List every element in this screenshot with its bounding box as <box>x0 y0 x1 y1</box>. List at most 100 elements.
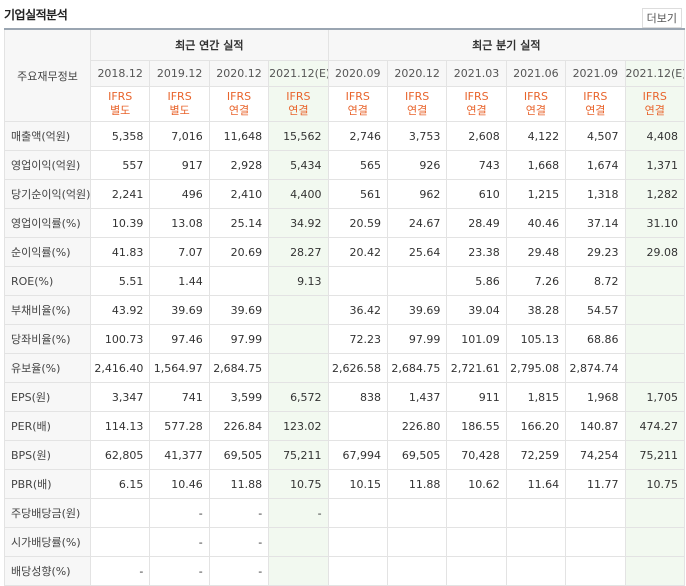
table-cell: 2,928 <box>208 150 270 180</box>
table-cell: 23.38 <box>446 237 507 267</box>
table-row: PBR(배) 6.15 10.46 11.88 10.75 10.15 11.88 10.62… <box>4 469 686 499</box>
table-cell <box>268 556 329 586</box>
table-cell: 41.83 <box>89 237 151 267</box>
table-cell <box>327 527 388 557</box>
table-cell <box>327 498 388 528</box>
basis-type: 연결 <box>407 104 428 117</box>
table-row: PER(배) 114.13 577.28 226.84 123.02 226.80 186.… <box>4 411 686 441</box>
basis-standard: IFRS <box>108 90 133 103</box>
table-cell: 1,564.97 <box>149 353 210 383</box>
table-cell: 11.77 <box>565 469 626 499</box>
table-cell: 20.42 <box>327 237 388 267</box>
table-cell: 43.92 <box>89 295 151 325</box>
table-cell: 2,416.40 <box>89 353 151 383</box>
table-cell: - <box>149 498 210 528</box>
corner-label: 주요재무정보 <box>4 28 91 122</box>
table-cell <box>89 527 151 557</box>
table-cell: 72,259 <box>505 440 567 470</box>
table-cell: 2,746 <box>327 121 388 151</box>
table-row: 당기순이익(억원) 2,241 496 2,410 4,400 561 962 610 1,21… <box>4 179 686 209</box>
table-cell: 2,241 <box>89 179 151 209</box>
row-label: 영업이익(억원) <box>4 150 91 180</box>
basis-header: IFRS 연결 <box>327 86 388 122</box>
table-cell <box>446 498 507 528</box>
table-cell <box>624 324 686 354</box>
table-cell: 926 <box>386 150 448 180</box>
table-cell: 2,626.58 <box>327 353 388 383</box>
table-cell: 105.13 <box>505 324 567 354</box>
table-row: ROE(%) 5.51 1.44 9.13 5.86 7.26 8.72 <box>4 266 686 296</box>
table-cell <box>505 556 567 586</box>
financial-summary-table: 주요재무정보 최근 연간 실적 최근 분기 실적 2018.12 2019.12 2… <box>4 28 686 586</box>
row-label: 부채비율(%) <box>4 295 91 325</box>
table-cell: 4,507 <box>565 121 626 151</box>
table-cell: 39.69 <box>208 295 270 325</box>
table-cell <box>505 498 567 528</box>
table-cell: 6,572 <box>268 382 329 412</box>
period-header: 2021.06 <box>505 60 567 87</box>
table-cell: 1,318 <box>565 179 626 209</box>
table-row: 당좌비율(%) 100.73 97.46 97.99 72.23 97.99 101.09 1… <box>4 324 686 354</box>
table-cell: 74,254 <box>565 440 626 470</box>
basis-type: 연결 <box>228 104 250 117</box>
table-cell: 101.09 <box>446 324 507 354</box>
basis-header: IFRS 연결 <box>624 86 686 122</box>
table-cell: 3,599 <box>208 382 270 412</box>
table-row: 순이익률(%) 41.83 7.07 20.69 28.27 20.42 25.64 23.3… <box>4 237 686 267</box>
basis-standard: IFRS <box>167 90 192 103</box>
row-label: 시가배당률(%) <box>4 527 91 557</box>
table-cell <box>327 556 388 586</box>
table-cell: 37.14 <box>565 208 626 238</box>
basis-type: 연결 <box>347 104 368 117</box>
basis-type: 연결 <box>644 104 665 117</box>
table-cell <box>624 498 686 528</box>
basis-header: IFRS 별도 <box>149 86 210 122</box>
table-cell: 5.86 <box>446 266 507 296</box>
table-cell: 10.39 <box>89 208 151 238</box>
period-header: 2020.12 <box>386 60 448 87</box>
table-cell: 11.88 <box>208 469 270 499</box>
period-header: 2020.12 <box>208 60 270 87</box>
basis-standard: IFRS <box>583 90 608 103</box>
table-cell: 20.59 <box>327 208 388 238</box>
table-cell: 561 <box>327 179 388 209</box>
table-row: BPS(원) 62,805 41,377 69,505 75,211 67,994 69,5… <box>4 440 686 470</box>
period-header: 2019.12 <box>149 60 210 87</box>
row-label: 당기순이익(억원) <box>4 179 91 209</box>
period-header: 2021.09 <box>565 60 626 87</box>
table-cell: - <box>89 556 151 586</box>
basis-header: IFRS 별도 <box>89 86 151 122</box>
table-cell: 5.51 <box>89 266 151 296</box>
table-cell: 28.27 <box>268 237 329 267</box>
table-cell <box>268 353 329 383</box>
table-cell: 6.15 <box>89 469 151 499</box>
row-label: EPS(원) <box>4 382 91 412</box>
table-cell: - <box>208 556 270 586</box>
table-cell <box>446 556 507 586</box>
more-button[interactable]: 더보기 <box>641 8 682 28</box>
table-cell: 838 <box>327 382 388 412</box>
row-label: ROE(%) <box>4 266 91 296</box>
table-cell: 4,408 <box>624 121 686 151</box>
table-cell: 140.87 <box>565 411 626 441</box>
table-cell: - <box>208 498 270 528</box>
table-cell: 166.20 <box>505 411 567 441</box>
table-cell: 29.48 <box>505 237 567 267</box>
table-cell <box>624 266 686 296</box>
row-label: 배당성향(%) <box>4 556 91 586</box>
row-label: 당좌비율(%) <box>4 324 91 354</box>
table-cell: 741 <box>149 382 210 412</box>
table-row: 유보율(%) 2,416.40 1,564.97 2,684.75 2,626.58 2,… <box>4 353 686 383</box>
table-cell: 20.69 <box>208 237 270 267</box>
table-cell: 1,705 <box>624 382 686 412</box>
basis-standard: IFRS <box>405 90 430 103</box>
table-cell <box>386 556 448 586</box>
table-row: 영업이익(억원) 557 917 2,928 5,434 565 926 743 1,668 1,… <box>4 150 686 180</box>
table-row: 시가배당률(%) - - <box>4 527 686 557</box>
table-row: EPS(원) 3,347 741 3,599 6,572 838 1,437 911 1,815… <box>4 382 686 412</box>
table-row: 영업이익률(%) 10.39 13.08 25.14 34.92 20.59 24.67 28… <box>4 208 686 238</box>
table-cell: 25.64 <box>386 237 448 267</box>
table-cell: 7.07 <box>149 237 210 267</box>
period-header: 2018.12 <box>89 60 151 87</box>
table-cell: 31.10 <box>624 208 686 238</box>
